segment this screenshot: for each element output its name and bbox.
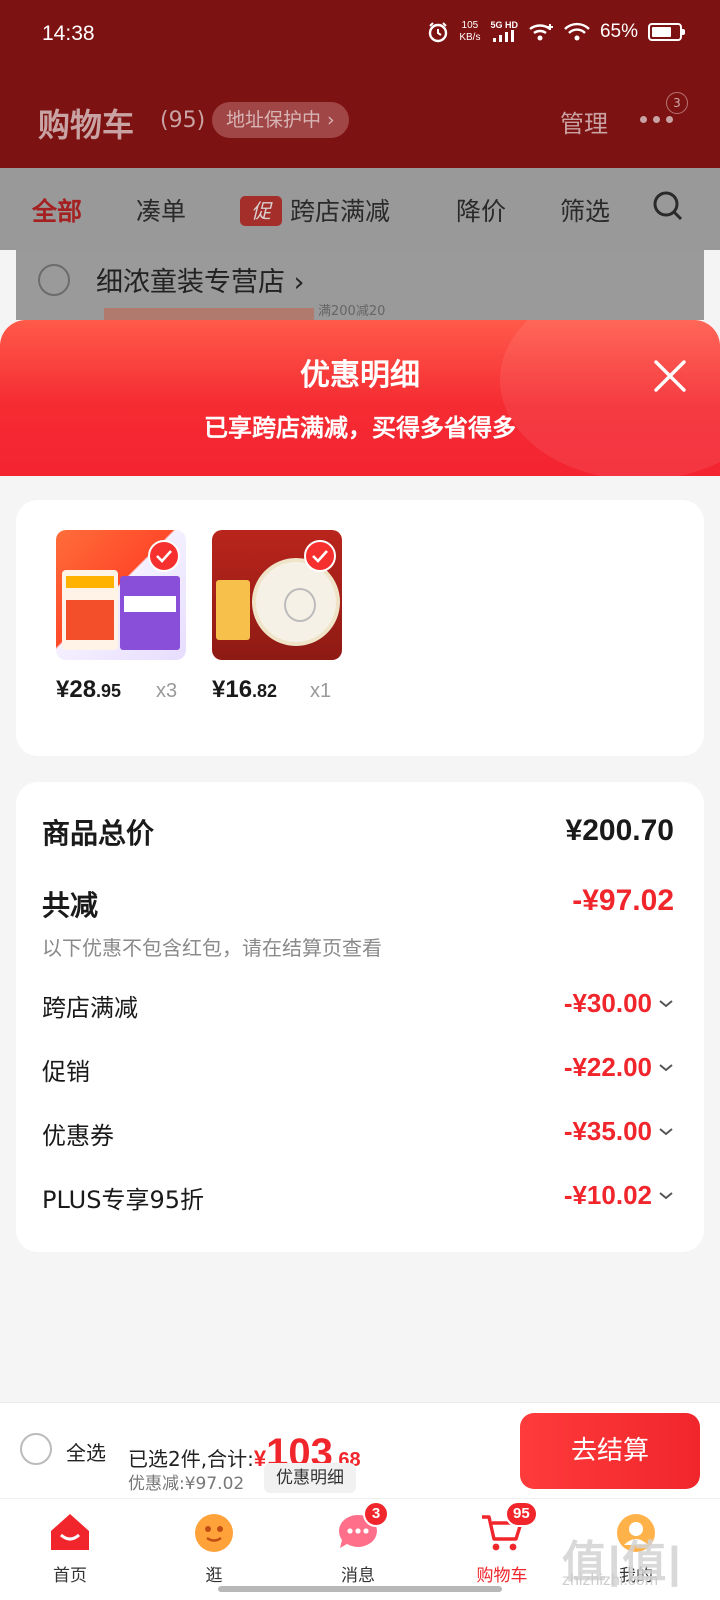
store-name[interactable]: 细浓童装专营店 › (96, 260, 304, 299)
status-icons: 105 KB/s 5G HD 65% (427, 20, 685, 44)
chevron-down-icon[interactable] (658, 1060, 674, 1076)
chevron-down-icon[interactable] (658, 1124, 674, 1140)
cart-count: (95) (160, 108, 206, 133)
checkout-bar: 全选 已选2件,合计:¥103.68 优惠减:¥97.02 优惠明细 去结算 (0, 1402, 720, 1498)
nav-item-browse[interactable]: 逛 (164, 1509, 264, 1586)
cart-icon: 95 (479, 1501, 538, 1555)
discount-value: -¥22.00 (563, 1052, 652, 1082)
close-icon[interactable] (650, 356, 690, 396)
nav-label: 首页 (53, 1566, 87, 1586)
red-packet-note: 以下优惠不包含红包，请在结算页查看 (42, 936, 382, 960)
selected-check-icon (304, 540, 336, 572)
status-time: 14:38 (42, 22, 95, 45)
home-icon (47, 1509, 93, 1555)
alarm-icon (429, 22, 448, 43)
product-promo-label (62, 570, 118, 650)
more-button[interactable] (640, 116, 673, 123)
nav-label: 逛 (205, 1566, 223, 1586)
nav-item-cart[interactable]: 95 购物车 (452, 1501, 552, 1586)
sheet-title: 优惠明细 (300, 358, 420, 393)
chevron-down-icon[interactable] (658, 1188, 674, 1204)
cart-badge: 95 (505, 1501, 538, 1527)
address-protection-pill[interactable]: 地址保护中 › (212, 102, 349, 138)
nav-item-messages[interactable]: 3 消息 (308, 1501, 408, 1586)
total-price-value: ¥200.70 (565, 814, 674, 847)
browse-icon (191, 1509, 237, 1555)
cart-header: 购物车 (95) 地址保护中 › 管理 3 (0, 72, 720, 168)
wifi-icon (564, 22, 590, 41)
manage-button[interactable]: 管理 (560, 104, 608, 139)
home-indicator[interactable] (218, 1586, 502, 1592)
discount-detail-button[interactable]: 优惠明细 (264, 1463, 356, 1493)
watermark-site: zhizhizhi.com (562, 1572, 659, 1589)
product-quantity: x3 (156, 680, 178, 702)
page-title: 购物车 (38, 106, 135, 144)
tab-cross-store-label: 跨店满减 (290, 197, 391, 226)
price-summary-card: 商品总价 ¥200.70 共减 -¥97.02 以下优惠不包含红包，请在结算页查… (16, 782, 704, 1252)
product-promo-label (216, 580, 250, 640)
signal-icon (493, 30, 515, 42)
chevron-down-icon[interactable] (658, 996, 674, 1012)
product-price: ¥28.95 (56, 676, 122, 703)
network-type: 5G HD (490, 20, 518, 44)
discount-summary: 优惠减:¥97.02 (128, 1474, 245, 1494)
total-reduce-value: -¥97.02 (572, 884, 674, 917)
nav-item-home[interactable]: 首页 (20, 1509, 120, 1586)
wifi-plus-icon (529, 24, 553, 41)
selected-count-text: 已选2件,合计: (128, 1447, 254, 1471)
product-image-peek (104, 308, 314, 320)
promo-tag: 促 (240, 196, 282, 226)
total-price-label: 商品总价 (42, 817, 155, 850)
message-icon: 3 (335, 1501, 389, 1555)
tab-bundle[interactable]: 凑单 (136, 192, 186, 228)
store-promo-peek: 满200减20 (318, 304, 386, 319)
tab-all[interactable]: 全部 (32, 192, 82, 228)
sheet-subtitle: 已享跨店满减，买得多省得多 (204, 413, 516, 442)
more-badge: 3 (666, 92, 688, 114)
network-speed: 105 KB/s (459, 20, 481, 43)
selected-check-icon (148, 540, 180, 572)
status-bar: 14:38 105 KB/s 5G HD 65% (0, 0, 720, 72)
discount-label: PLUS专享95折 (42, 1186, 204, 1214)
product-thumbnail-strepsils[interactable] (56, 530, 186, 660)
discount-label: 跨店满减 (42, 994, 138, 1022)
checkout-button[interactable]: 去结算 (520, 1413, 700, 1489)
product-box-image (120, 576, 180, 650)
tab-price-drop[interactable]: 降价 (456, 192, 506, 228)
discount-value: -¥10.02 (563, 1180, 652, 1210)
product-puff-image (252, 558, 340, 646)
selected-products-card: ¥28.95 x3 ¥16.82 x1 (16, 500, 704, 756)
tab-filter[interactable]: 筛选 (560, 192, 610, 228)
search-icon[interactable] (652, 190, 684, 222)
total-reduce-label: 共减 (42, 889, 99, 922)
discount-label: 优惠券 (42, 1122, 114, 1150)
store-select-radio[interactable] (38, 264, 70, 296)
product-price: ¥16.82 (212, 676, 278, 703)
discount-sheet-header: 优惠明细 已享跨店满减，买得多省得多 (0, 320, 720, 476)
select-all-radio[interactable] (20, 1433, 52, 1465)
battery-percent: 65% (599, 21, 638, 42)
nav-label: 消息 (341, 1566, 375, 1586)
select-all-label[interactable]: 全选 (66, 1437, 106, 1466)
message-badge: 3 (363, 1501, 389, 1527)
product-quantity: x1 (310, 680, 332, 702)
filter-tabs: 全部 凑单 促跨店满减 降价 筛选 (0, 168, 720, 250)
discount-value: -¥30.00 (563, 988, 652, 1018)
nav-label: 购物车 (476, 1566, 528, 1586)
discount-value: -¥35.00 (563, 1116, 652, 1146)
product-thumbnail-powder-puff[interactable] (212, 530, 342, 660)
battery-icon (648, 23, 685, 41)
tab-cross-store[interactable]: 促跨店满减 (240, 192, 390, 228)
discount-label: 促销 (42, 1058, 90, 1086)
